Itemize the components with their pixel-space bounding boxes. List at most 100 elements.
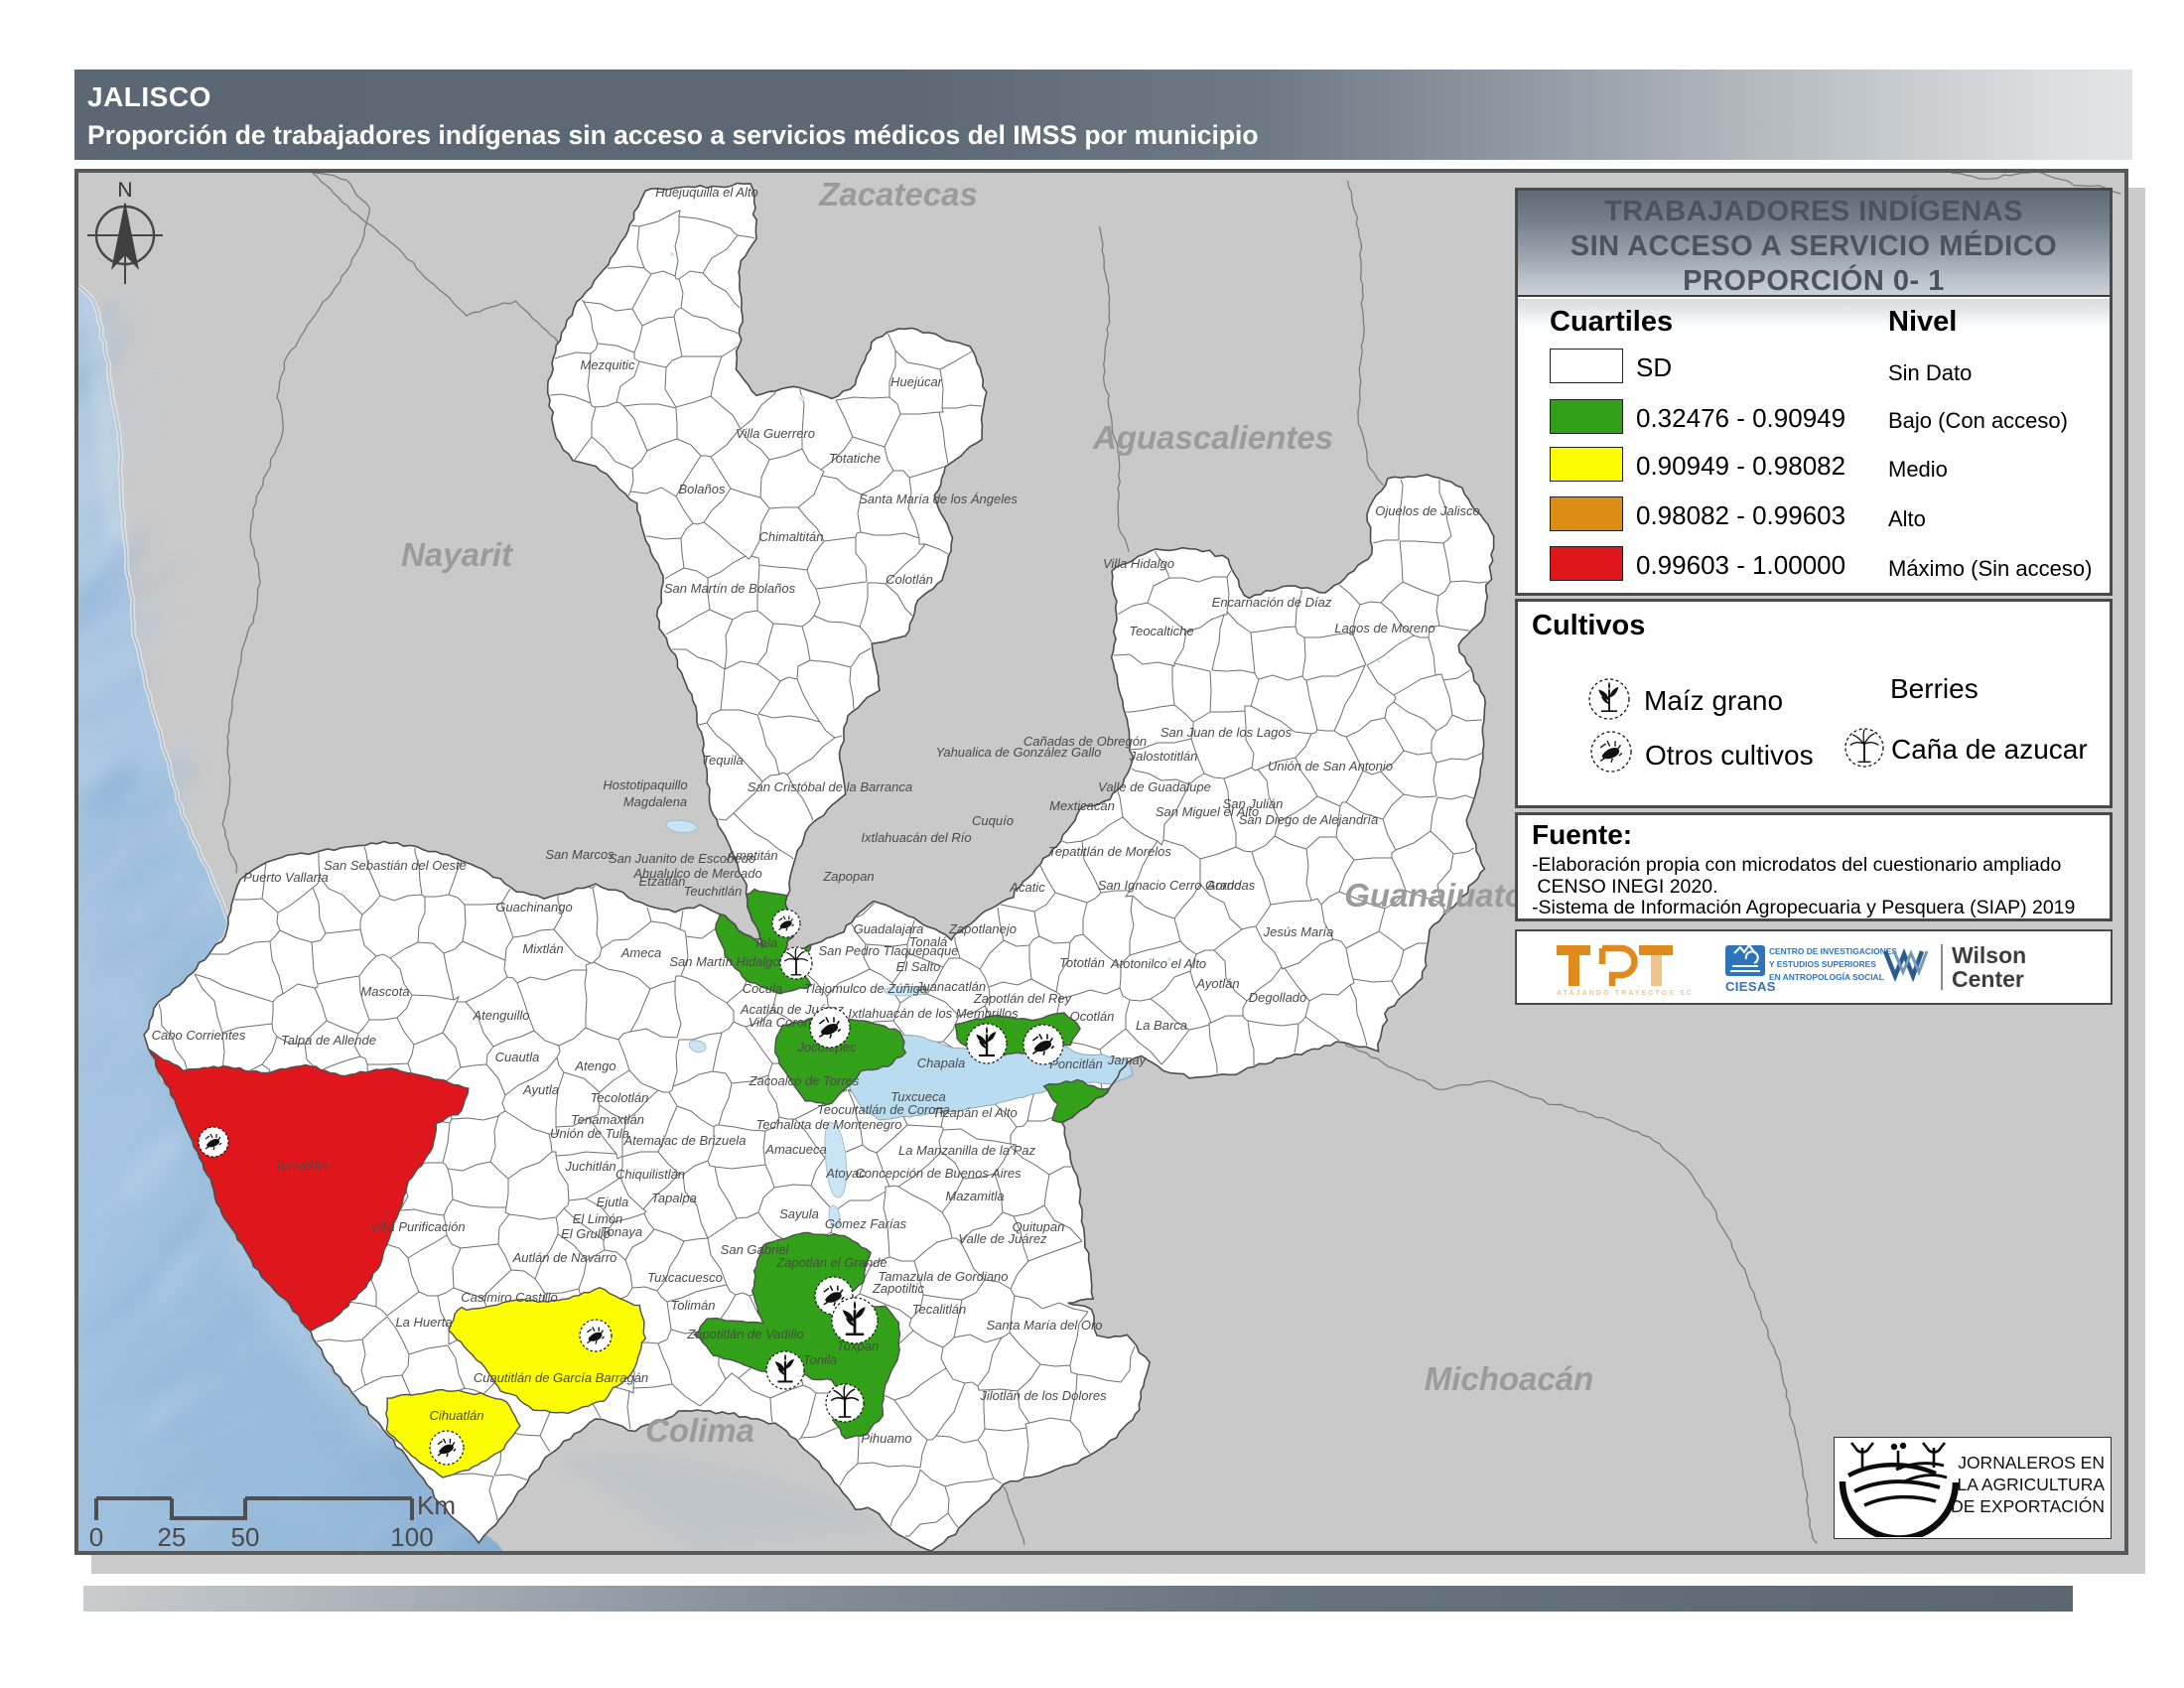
svg-text:Km: Km [417, 1490, 456, 1520]
svg-text:Gómez Farías: Gómez Farías [825, 1216, 907, 1231]
svg-text:Huejúcar: Huejúcar [890, 374, 943, 389]
svg-text:Degollado: Degollado [1249, 990, 1307, 1005]
svg-text:Santa María de los Ángeles: Santa María de los Ángeles [859, 492, 1018, 506]
svg-text:Mazamitla: Mazamitla [945, 1189, 1004, 1203]
svg-text:Cuautla: Cuautla [495, 1050, 540, 1064]
svg-text:Tecolotlán: Tecolotlán [591, 1090, 649, 1105]
svg-text:Acatic: Acatic [1009, 880, 1045, 895]
svg-text:La Manzanilla de la Paz: La Manzanilla de la Paz [898, 1143, 1036, 1158]
svg-text:N: N [117, 179, 132, 202]
svg-text:0: 0 [89, 1522, 103, 1551]
svg-text:Tepatitlán de Morelos: Tepatitlán de Morelos [1048, 844, 1171, 859]
svg-text:JORNALEROS EN: JORNALEROS EN [1958, 1453, 2105, 1473]
svg-text:Tapalpa: Tapalpa [651, 1191, 697, 1205]
svg-text:100: 100 [390, 1522, 433, 1551]
svg-text:Aguascalientes: Aguascalientes [1092, 419, 1333, 456]
svg-text:Zacoalco de Torres: Zacoalco de Torres [749, 1073, 860, 1088]
svg-text:San Juan de los Lagos: San Juan de los Lagos [1160, 725, 1293, 740]
svg-text:Jilotlán de los Dolores: Jilotlán de los Dolores [979, 1388, 1107, 1403]
svg-text:Bolaños: Bolaños [679, 482, 726, 496]
svg-text:Talpa de Allende: Talpa de Allende [281, 1033, 376, 1048]
svg-text:Ameca: Ameca [620, 945, 661, 960]
svg-text:Cabo Corrientes: Cabo Corrientes [152, 1028, 246, 1043]
svg-text:San Martín Hidalgo: San Martín Hidalgo [669, 954, 779, 969]
svg-text:San Diego de Alejandría: San Diego de Alejandría [1239, 812, 1378, 827]
svg-text:San Martín de Bolaños: San Martín de Bolaños [664, 581, 796, 596]
svg-text:Mixtlán: Mixtlán [522, 941, 563, 956]
svg-text:Chimaltitán: Chimaltitán [758, 529, 823, 544]
svg-text:Zapotlán el Grande: Zapotlán el Grande [775, 1255, 887, 1270]
svg-text:Teuchitlán: Teuchitlán [684, 884, 743, 899]
svg-text:Colotlán: Colotlán [886, 572, 933, 587]
svg-text:Ayotlán: Ayotlán [1195, 976, 1239, 991]
svg-text:Juchitlán: Juchitlán [564, 1159, 615, 1174]
svg-text:San Marcos: San Marcos [545, 847, 614, 862]
svg-text:Mexticacán: Mexticacán [1049, 798, 1115, 813]
svg-text:Amacueca: Amacueca [764, 1142, 826, 1157]
svg-text:EN ANTROPOLOGÍA SOCIAL: EN ANTROPOLOGÍA SOCIAL [1769, 971, 1884, 982]
svg-text:Unión de San Antonio: Unión de San Antonio [1268, 759, 1393, 774]
svg-text:Zapotiltic: Zapotiltic [872, 1281, 925, 1296]
svg-text:DE EXPORTACIÓN: DE EXPORTACIÓN [1951, 1495, 2105, 1516]
svg-text:Lagos de Moreno: Lagos de Moreno [1334, 621, 1434, 635]
svg-text:El Salto: El Salto [896, 959, 941, 974]
svg-text:Cuautitlán de García Barragán: Cuautitlán de García Barragán [474, 1370, 648, 1385]
svg-text:Sayula: Sayula [779, 1206, 819, 1221]
svg-text:Ixtlahuacán de los Membrillos: Ixtlahuacán de los Membrillos [848, 1006, 1019, 1021]
svg-text:Ojuelos de Jalisco: Ojuelos de Jalisco [1375, 503, 1480, 518]
svg-text:Cihuatlán: Cihuatlán [430, 1408, 484, 1423]
svg-text:Ahualulco de Mercado: Ahualulco de Mercado [632, 866, 761, 881]
svg-text:La Huerta: La Huerta [395, 1315, 452, 1330]
svg-text:Center: Center [1952, 966, 2024, 992]
svg-text:Valle de Juárez: Valle de Juárez [958, 1231, 1047, 1246]
svg-text:Tomatlán: Tomatlán [275, 1158, 328, 1173]
svg-text:Zapotlanejo: Zapotlanejo [948, 921, 1017, 936]
svg-text:Hostotipaquillo: Hostotipaquillo [603, 777, 687, 792]
svg-text:San Gabriel: San Gabriel [721, 1242, 790, 1257]
svg-text:San Juanito de Escobedo: San Juanito de Escobedo [609, 851, 755, 866]
svg-text:Atemajac de Brizuela: Atemajac de Brizuela [623, 1133, 747, 1148]
svg-text:Villa Corona: Villa Corona [749, 1015, 819, 1030]
svg-text:San Sebastián del Oeste: San Sebastián del Oeste [324, 858, 467, 873]
svg-text:Atenguillo: Atenguillo [472, 1008, 529, 1023]
svg-text:La Barca: La Barca [1136, 1018, 1187, 1033]
svg-text:Yahualica de González Gallo: Yahualica de González Gallo [936, 745, 1102, 760]
svg-text:Tequila: Tequila [702, 753, 743, 768]
svg-text:Tototlán: Tototlán [1059, 955, 1105, 970]
svg-text:Jesús María: Jesús María [1263, 924, 1334, 939]
svg-text:Y ESTUDIOS SUPERIORES: Y ESTUDIOS SUPERIORES [1769, 959, 1876, 969]
svg-text:Puerto Vallarta: Puerto Vallarta [243, 870, 329, 885]
svg-text:Arandas: Arandas [1206, 878, 1256, 893]
svg-text:Mezquitic: Mezquitic [581, 357, 635, 372]
svg-text:Colima: Colima [645, 1412, 754, 1449]
svg-text:Nayarit: Nayarit [401, 536, 514, 573]
svg-text:25: 25 [158, 1522, 187, 1551]
svg-text:CENTRO DE INVESTIGACIONES: CENTRO DE INVESTIGACIONES [1769, 946, 1897, 956]
svg-text:Cuquío: Cuquío [972, 813, 1014, 828]
svg-text:Guanajuato: Guanajuato [1344, 877, 1525, 914]
svg-text:Tonila: Tonila [803, 1352, 837, 1367]
svg-text:Tonaya: Tonaya [601, 1224, 642, 1239]
svg-text:Villa Purificación: Villa Purificación [370, 1219, 465, 1234]
svg-text:Jamay: Jamay [1107, 1053, 1148, 1067]
svg-text:Cocula: Cocula [743, 981, 782, 996]
svg-text:Atengo: Atengo [574, 1058, 615, 1073]
svg-text:Chiquilistlán: Chiquilistlán [615, 1167, 685, 1182]
svg-text:Tolimán: Tolimán [670, 1298, 715, 1313]
svg-text:50: 50 [231, 1522, 260, 1551]
svg-text:Magdalena: Magdalena [623, 794, 687, 809]
svg-text:Teocaltiche: Teocaltiche [1129, 624, 1193, 638]
svg-text:Huejuquilla el Alto: Huejuquilla el Alto [655, 185, 758, 200]
svg-text:Jalostotitlán: Jalostotitlán [1129, 749, 1198, 764]
svg-text:Mascota: Mascota [360, 984, 409, 999]
svg-text:Tecalitlán: Tecalitlán [912, 1302, 966, 1317]
svg-text:Tala: Tala [753, 935, 777, 950]
svg-text:Valle de Guadalupe: Valle de Guadalupe [1098, 779, 1211, 794]
svg-text:San Pedro Tlaquepaque: San Pedro Tlaquepaque [819, 943, 959, 958]
svg-text:Atotonilco el Alto: Atotonilco el Alto [1110, 956, 1206, 971]
svg-text:ATAJANDO TRAYECTOS SC: ATAJANDO TRAYECTOS SC [1557, 990, 1694, 997]
svg-text:Tuxcacuesco: Tuxcacuesco [647, 1270, 723, 1285]
svg-text:Villa Guerrero: Villa Guerrero [736, 426, 815, 441]
svg-text:Wilson: Wilson [1952, 942, 2026, 968]
svg-text:Zapotitlán de Vadillo: Zapotitlán de Vadillo [686, 1327, 803, 1341]
